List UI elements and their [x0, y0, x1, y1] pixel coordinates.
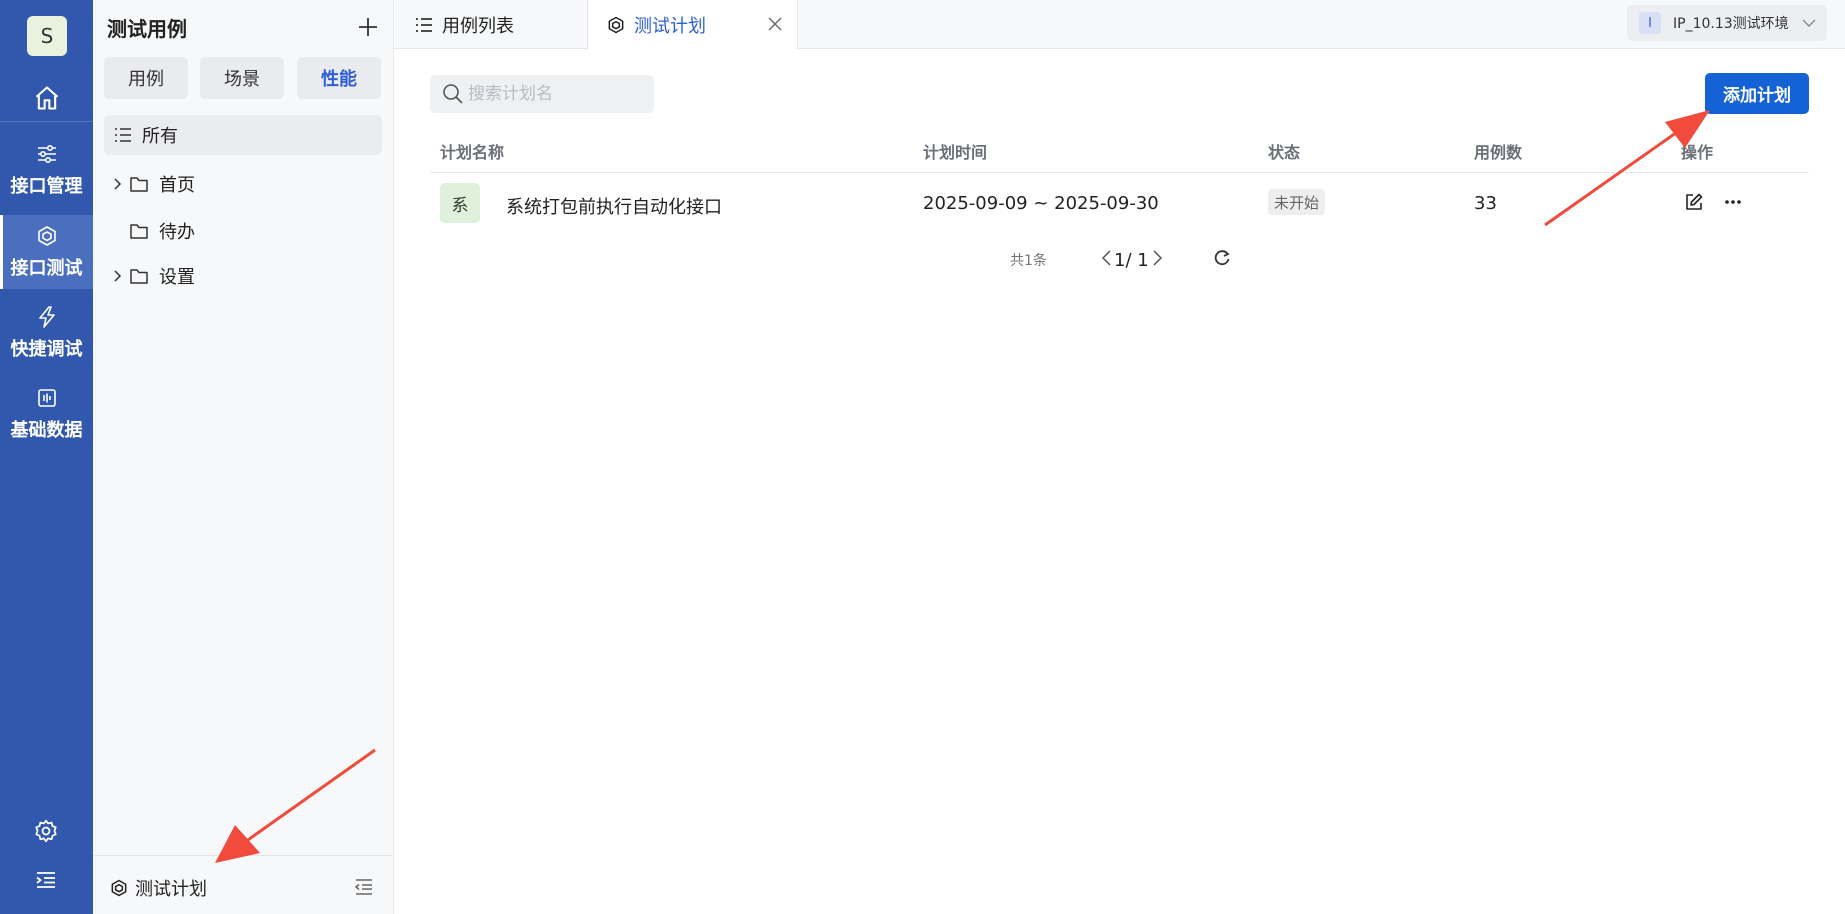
tabs-bar: 用例列表 测试计划 I IP_10.13测试环境: [394, 0, 1845, 50]
status-badge: 未开始: [1268, 189, 1326, 215]
more-options-icon[interactable]: [1723, 194, 1743, 210]
user-avatar[interactable]: S: [27, 16, 67, 56]
search-box[interactable]: [430, 75, 654, 113]
rail-item-label: 接口测试: [10, 258, 83, 279]
rail-item-label: 接口管理: [10, 176, 83, 197]
rail-item-quick-debug[interactable]: 快捷调试: [0, 296, 93, 370]
list-icon: [115, 128, 131, 142]
tab-label: 测试计划: [634, 16, 706, 37]
data-icon: [37, 389, 56, 407]
segment-scenarios[interactable]: 场景: [200, 57, 284, 99]
home-icon[interactable]: [33, 84, 61, 112]
refresh-icon[interactable]: [1212, 248, 1232, 268]
column-case-count: 用例数: [1474, 143, 1523, 162]
sidebar-title: 测试用例: [107, 17, 187, 41]
tab-label: 用例列表: [442, 15, 514, 37]
chevron-right-icon[interactable]: [1151, 248, 1165, 268]
chevron-left-icon[interactable]: [1099, 248, 1113, 268]
cube-icon: [37, 226, 56, 246]
tree-item-all[interactable]: 所有: [104, 115, 382, 155]
segment-cases[interactable]: 用例: [104, 57, 188, 99]
folder-icon: [130, 269, 148, 284]
plan-avatar: 系: [440, 183, 480, 223]
lightning-icon: [38, 306, 55, 328]
rail-item-api-management[interactable]: 接口管理: [0, 133, 93, 207]
sliders-icon: [37, 144, 56, 164]
tree-item-label: 待办: [159, 222, 195, 243]
table-row[interactable]: 系 系统打包前执行自动化接口 2025-09-09 ~ 2025-09-30 未…: [430, 173, 1809, 235]
environment-label: IP_10.13测试环境: [1673, 16, 1789, 32]
tree-item-label: 设置: [159, 267, 195, 288]
tree-item-settings[interactable]: 设置: [111, 261, 195, 291]
chevron-right-icon[interactable]: [111, 269, 125, 283]
edit-icon[interactable]: [1684, 192, 1704, 212]
environment-badge: I: [1639, 12, 1661, 34]
environment-selector[interactable]: I IP_10.13测试环境: [1627, 5, 1827, 41]
list-icon: [416, 17, 432, 32]
tree-item-label: 首页: [159, 175, 195, 196]
settings-gear-icon[interactable]: [33, 818, 59, 844]
test-plan-footer[interactable]: 测试计划: [93, 855, 393, 914]
column-plan-time: 计划时间: [923, 143, 988, 162]
tab-case-list[interactable]: 用例列表: [414, 0, 514, 49]
rail-item-label: 快捷调试: [10, 339, 83, 360]
segment-performance[interactable]: 性能: [297, 57, 381, 99]
search-input[interactable]: [468, 84, 638, 104]
tree-item-label: 所有: [142, 126, 178, 147]
menu-fold-icon[interactable]: [354, 878, 374, 896]
chevron-right-icon[interactable]: [111, 177, 125, 191]
cube-icon: [608, 16, 624, 34]
rail-item-label: 基础数据: [10, 420, 83, 441]
test-plan-label: 测试计划: [135, 879, 207, 900]
rail-divider: [0, 121, 93, 122]
folder-icon: [130, 177, 148, 192]
plan-name[interactable]: 系统打包前执行自动化接口: [506, 193, 722, 219]
cube-icon: [111, 879, 127, 897]
column-status: 状态: [1268, 143, 1301, 162]
rail-item-api-testing[interactable]: 接口测试: [0, 215, 93, 289]
nav-rail: S 接口管理 接口测试 快捷调试 基础数据: [0, 0, 93, 914]
rail-item-base-data[interactable]: 基础数据: [0, 377, 93, 451]
tree-item-todo[interactable]: 待办: [111, 216, 195, 246]
search-icon: [443, 84, 463, 104]
test-case-sidebar: 测试用例 用例 场景 性能 所有 首页 待办 设置 测试计划: [93, 0, 394, 914]
add-plan-button[interactable]: 添加计划: [1705, 73, 1809, 114]
column-actions: 操作: [1681, 143, 1714, 162]
chevron-down-icon: [1802, 19, 1816, 27]
close-icon[interactable]: [766, 15, 784, 33]
pagination-total: 共1条: [1010, 253, 1047, 269]
plan-time: 2025-09-09 ~ 2025-09-30: [923, 193, 1159, 214]
pagination-current: 1/ 1: [1114, 249, 1149, 271]
menu-collapse-icon[interactable]: [34, 868, 58, 892]
table-header: 计划名称 计划时间 状态 用例数 操作: [430, 129, 1809, 173]
column-plan-name: 计划名称: [440, 143, 505, 162]
case-count: 33: [1474, 193, 1497, 214]
add-plus-icon[interactable]: [356, 15, 380, 39]
folder-icon: [130, 224, 148, 239]
tree-item-home[interactable]: 首页: [111, 169, 195, 199]
